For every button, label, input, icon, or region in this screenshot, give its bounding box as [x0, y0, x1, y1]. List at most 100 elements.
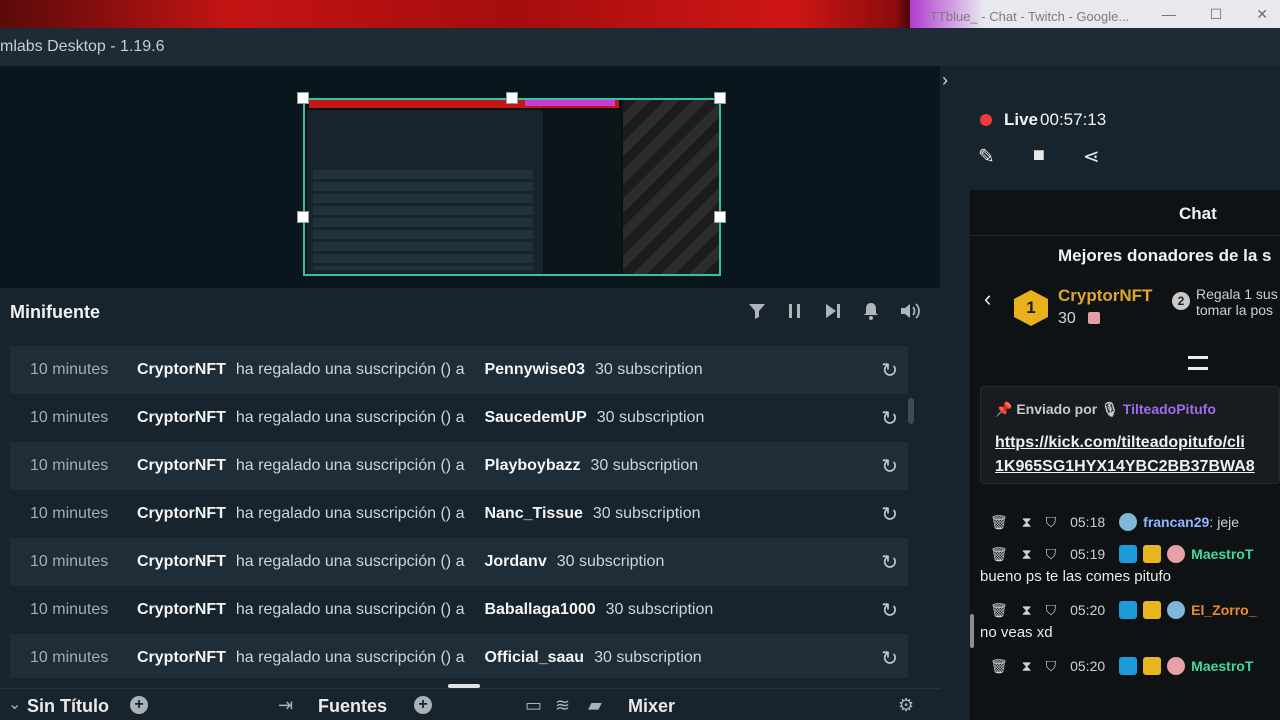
replay-icon[interactable]: ↻: [881, 598, 898, 623]
app-title: mlabs Desktop - 1.19.6: [0, 38, 165, 55]
event-from[interactable]: CryptorNFT: [137, 649, 226, 667]
gear-icon[interactable]: ⚙: [898, 695, 914, 716]
delete-icon[interactable]: 🗑: [990, 546, 1008, 563]
event-from[interactable]: CryptorNFT: [137, 457, 226, 475]
event-row: 10 minutes CryptorNFT ha regalado una su…: [10, 394, 908, 442]
message-user[interactable]: MaestroT: [1191, 546, 1253, 562]
event-amount: 30 subscription: [590, 457, 699, 474]
sub-badge-icon: [1167, 657, 1186, 675]
edit-pencil-icon[interactable]: ✎: [978, 144, 995, 169]
replay-icon[interactable]: ↻: [881, 502, 898, 527]
crown-badge-icon: [1143, 657, 1162, 675]
replay-icon[interactable]: ↻: [881, 454, 898, 479]
chat-title: Chat: [1179, 204, 1217, 223]
chat-message: 🗑 ⧗ ⛉ 05:19 MaestroT bueno ps te las com…: [980, 542, 1280, 590]
collapse-dock-icon[interactable]: ›: [942, 70, 948, 91]
pin-icon: 📌: [995, 401, 1013, 417]
timeout-hourglass-icon[interactable]: ⧗: [1022, 514, 1032, 531]
chat-header: Chat: [970, 190, 1280, 236]
pinned-link[interactable]: https://kick.com/tilteadopitufo/cli 1K96…: [995, 431, 1255, 479]
event-amount: 30 subscription: [594, 361, 703, 378]
scene-preview-source[interactable]: [303, 98, 721, 276]
rank-2-description: Regala 1 sus tomar la pos: [1196, 286, 1278, 318]
timeout-hourglass-icon[interactable]: ⧗: [1022, 546, 1032, 563]
message-user[interactable]: francan29: [1143, 514, 1209, 530]
chat-message-list: 🗑 ⧗ ⛉ 05:18 francan29: jeje 🗑 ⧗ ⛉ 05:19 …: [980, 510, 1280, 686]
add-source-icon[interactable]: +: [414, 696, 432, 714]
event-time: 10 minutes: [30, 505, 109, 522]
event-to[interactable]: SaucedemUP: [484, 409, 586, 427]
add-scene-icon[interactable]: +: [130, 696, 148, 714]
audio-wave-icon[interactable]: ≋: [555, 695, 570, 716]
chevron-down-icon[interactable]: ⌄: [8, 694, 21, 714]
delete-icon[interactable]: 🗑: [990, 658, 1008, 675]
chat-panel: Chat Mejores donadores de la s ‹ 1 Crypt…: [970, 190, 1280, 720]
window-controls: — ☐ ✕: [1162, 6, 1268, 23]
timeout-hourglass-icon[interactable]: ⧗: [1022, 658, 1032, 675]
screen-icon[interactable]: ▭: [525, 695, 542, 716]
sub-badge-icon: [1167, 545, 1186, 563]
message-user[interactable]: El_Zorro_: [1191, 602, 1256, 618]
expand-sources-icon[interactable]: ⇥: [278, 695, 293, 716]
event-message: ha regalado una suscripción () a: [235, 553, 465, 570]
volume-icon[interactable]: [900, 302, 920, 325]
event-row: 10 minutes CryptorNFT ha regalado una su…: [10, 346, 908, 394]
event-to[interactable]: Pennywise03: [484, 361, 585, 379]
ban-shield-icon[interactable]: ⛉: [1046, 546, 1057, 563]
event-time: 10 minutes: [30, 601, 109, 618]
moderator-badge-icon: [1119, 657, 1138, 675]
ban-shield-icon[interactable]: ⛉: [1046, 658, 1057, 675]
delete-icon[interactable]: 🗑: [990, 602, 1008, 619]
pinned-drag-handle[interactable]: [1188, 356, 1208, 370]
live-indicator-icon: [980, 114, 992, 126]
resize-handle-tr[interactable]: [714, 92, 726, 104]
replay-icon[interactable]: ↻: [881, 646, 898, 671]
event-from[interactable]: CryptorNFT: [137, 553, 226, 571]
chevron-left-icon[interactable]: ‹: [984, 286, 991, 312]
chat-scrollbar[interactable]: [970, 614, 974, 648]
donor-name[interactable]: CryptorNFT: [1058, 286, 1152, 306]
resize-handle-left[interactable]: [297, 211, 309, 223]
camera-icon[interactable]: ■: [1033, 144, 1045, 169]
feed-scrollbar[interactable]: [908, 398, 914, 424]
event-to[interactable]: Baballaga1000: [484, 601, 595, 619]
ban-shield-icon[interactable]: ⛉: [1046, 602, 1057, 619]
event-to[interactable]: Official_saau: [484, 649, 584, 667]
event-from[interactable]: CryptorNFT: [137, 505, 226, 523]
pinned-label: Enviado por: [1016, 401, 1098, 417]
replay-icon[interactable]: ↻: [881, 358, 898, 383]
event-from[interactable]: CryptorNFT: [137, 361, 226, 379]
maximize-icon[interactable]: ☐: [1210, 6, 1223, 23]
close-icon[interactable]: ✕: [1256, 6, 1268, 23]
message-text: no veas xd: [980, 624, 1053, 641]
event-from[interactable]: CryptorNFT: [137, 409, 226, 427]
skip-icon[interactable]: [824, 302, 842, 325]
timeout-hourglass-icon[interactable]: ⧗: [1022, 602, 1032, 619]
event-to[interactable]: Jordanv: [484, 553, 546, 571]
bell-icon[interactable]: [862, 302, 880, 325]
filter-icon[interactable]: [748, 302, 766, 325]
moderator-badge-icon: [1119, 545, 1138, 563]
replay-icon[interactable]: ↻: [881, 406, 898, 431]
live-label: Live: [1004, 110, 1039, 129]
event-to[interactable]: Playboybazz: [484, 457, 580, 475]
minimize-icon[interactable]: —: [1162, 6, 1176, 23]
event-to[interactable]: Nanc_Tissue: [484, 505, 582, 523]
pinned-user[interactable]: TilteadoPitufo: [1123, 401, 1216, 417]
folder-icon[interactable]: ▰: [588, 695, 602, 716]
replay-icon[interactable]: ↻: [881, 550, 898, 575]
event-from[interactable]: CryptorNFT: [137, 601, 226, 619]
share-icon[interactable]: ⋖: [1083, 144, 1100, 169]
resize-handle-top[interactable]: [506, 92, 518, 104]
scene-collection-name[interactable]: Sin Título: [27, 696, 109, 717]
delete-icon[interactable]: 🗑: [990, 514, 1008, 531]
event-row: 10 minutes CryptorNFT ha regalado una su…: [10, 538, 908, 586]
ban-shield-icon[interactable]: ⛉: [1046, 514, 1057, 531]
live-timer: 00:57:13: [1040, 110, 1107, 129]
resize-handle-tl[interactable]: [297, 92, 309, 104]
resize-handle-right[interactable]: [714, 211, 726, 223]
pinned-link-line1: https://kick.com/tilteadopitufo/cli: [995, 434, 1245, 451]
pause-icon[interactable]: [786, 302, 804, 325]
message-user[interactable]: MaestroT: [1191, 658, 1253, 674]
pinned-message: 📌 Enviado por 🎙 TilteadoPitufo https://k…: [980, 386, 1280, 484]
